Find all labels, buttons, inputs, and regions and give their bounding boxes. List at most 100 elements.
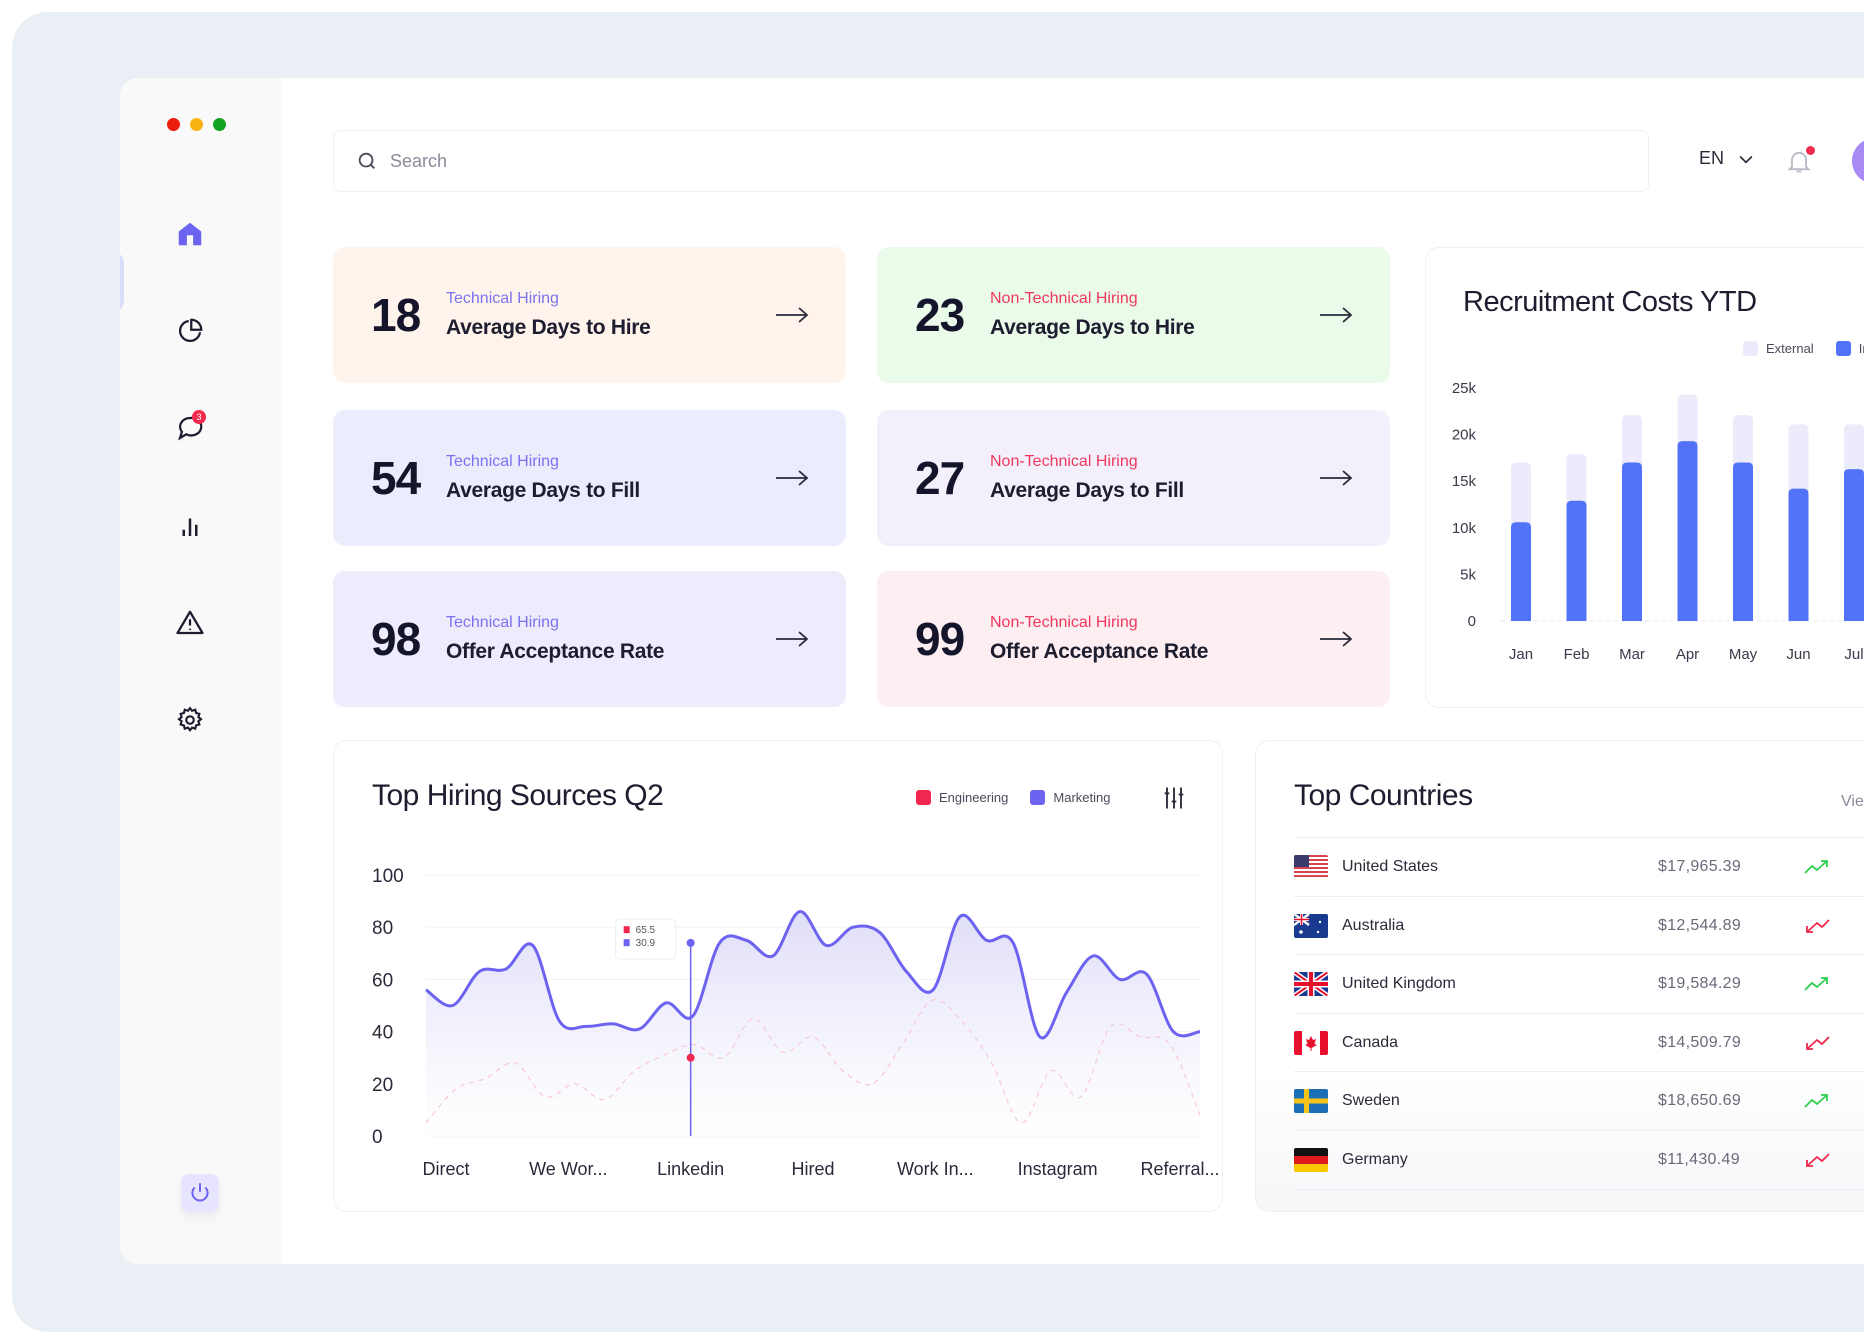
- tooltip-engineering-value: 65.5: [636, 925, 656, 936]
- legend-label-engineering: Engineering: [939, 790, 1009, 805]
- close-window-button[interactable]: [167, 118, 180, 131]
- top-countries-card: Top Countries Vie United States $17,965.3…: [1255, 740, 1864, 1212]
- sidebar-item-analytics[interactable]: [170, 311, 210, 351]
- tooltip-marketing-value: 30.9: [636, 938, 656, 949]
- y-tick-label: 100: [372, 866, 404, 887]
- minimize-window-button[interactable]: [190, 118, 203, 131]
- y-tick-label: 10k: [1452, 520, 1477, 537]
- y-tick-label: 15k: [1452, 473, 1477, 490]
- sidebar-item-home[interactable]: [170, 214, 210, 254]
- bar-internal[interactable]: [1844, 469, 1864, 621]
- recruitment-costs-chart: 0 5k 10k 15k 20k 25k Jan Feb Mar Apr May Jun Jul: [1452, 380, 1864, 663]
- home-icon: [178, 222, 202, 246]
- kpi-card[interactable]: 98 Technical Hiring Offer Acceptance Rate: [333, 571, 846, 707]
- country-row[interactable]: United Kingdom $19,584.29: [1294, 954, 1864, 1013]
- logout-button[interactable]: [181, 1174, 219, 1212]
- flag-uk-icon: [1294, 972, 1328, 996]
- kpi-texts: Technical Hiring Offer Acceptance Rate: [446, 614, 664, 664]
- kpi-card[interactable]: 27 Non-Technical Hiring Average Days to Fi…: [877, 410, 1390, 546]
- x-tick-label: Jan: [1509, 646, 1533, 663]
- messages-badge: 3: [192, 410, 206, 424]
- kpi-category: Technical Hiring: [446, 614, 559, 631]
- x-tick-label: Jun: [1786, 646, 1810, 663]
- app-window: 3 EN 18 Technical Hiring Average Days to H…: [120, 78, 1864, 1264]
- kpi-texts: Non-Technical Hiring Offer Acceptance Rat…: [990, 614, 1208, 664]
- kpi-value: 99: [915, 613, 965, 665]
- bar-internal[interactable]: [1788, 488, 1809, 621]
- notification-dot: [1806, 146, 1815, 155]
- view-all-link[interactable]: Vie: [1841, 793, 1864, 811]
- warning-icon: [176, 610, 204, 635]
- y-tick-label: 20k: [1452, 427, 1477, 444]
- sidebar-item-reports[interactable]: [170, 506, 210, 546]
- country-row[interactable]: Germany $11,430.49: [1294, 1129, 1864, 1190]
- country-amount: $18,650.69: [1658, 1092, 1742, 1109]
- y-tick-label: 5k: [1460, 566, 1476, 583]
- kpi-card[interactable]: 99 Non-Technical Hiring Offer Acceptance R…: [877, 571, 1390, 707]
- arrow-right-icon: [776, 307, 809, 323]
- hiring-sources-title: Top Hiring Sources Q2: [372, 779, 664, 812]
- country-row[interactable]: Australia $12,544.89: [1294, 895, 1864, 955]
- kpi-card[interactable]: 23 Non-Technical Hiring Average Days to Hi…: [877, 247, 1390, 383]
- legend-swatch-internal: [1835, 341, 1851, 356]
- maximize-window-button[interactable]: [213, 118, 226, 131]
- bar-internal[interactable]: [1733, 462, 1753, 621]
- y-tick-label: 20: [372, 1075, 393, 1096]
- x-tick-label: Feb: [1564, 646, 1590, 663]
- search-input[interactable]: [388, 149, 1592, 173]
- country-row[interactable]: Canada $14,509.79: [1294, 1012, 1864, 1072]
- tooltip-swatch: [623, 926, 630, 934]
- kpi-category: Technical Hiring: [446, 290, 559, 307]
- engineering-point[interactable]: [686, 1053, 695, 1062]
- trend-up-icon: [1802, 974, 1832, 994]
- country-row[interactable]: United States $17,965.39: [1294, 837, 1864, 896]
- bar-internal[interactable]: [1677, 441, 1698, 621]
- bar-internal[interactable]: [1511, 522, 1531, 621]
- flag-de-icon: [1294, 1147, 1328, 1172]
- sidebar-item-messages[interactable]: 3: [170, 408, 210, 448]
- sidebar-item-alerts[interactable]: [170, 603, 210, 643]
- kpi-value: 27: [915, 452, 965, 504]
- country-amount: $11,430.49: [1658, 1150, 1740, 1168]
- country-amount: $14,509.79: [1658, 1033, 1742, 1051]
- kpi-category: Non-Technical Hiring: [990, 290, 1138, 307]
- notifications-button[interactable]: [1785, 146, 1815, 178]
- marketing-point[interactable]: [686, 938, 695, 947]
- kpi-value: 98: [371, 613, 421, 665]
- arrow-right-icon: [1320, 631, 1353, 647]
- country-name: Germany: [1342, 1150, 1408, 1168]
- x-tick-label: Work In...: [897, 1159, 974, 1179]
- marketing-area-fill: [426, 911, 1200, 1136]
- trend-down-icon: [1802, 1033, 1832, 1053]
- sidebar-item-settings[interactable]: [170, 700, 210, 740]
- filter-sliders-icon[interactable]: [1160, 784, 1188, 812]
- user-avatar[interactable]: [1852, 138, 1864, 184]
- kpi-card[interactable]: 18 Technical Hiring Average Days to Hire: [333, 247, 846, 383]
- bar-internal[interactable]: [1622, 462, 1642, 621]
- x-tick-label: Instagram: [1018, 1159, 1098, 1179]
- country-row[interactable]: Sweden $18,650.69: [1294, 1071, 1864, 1130]
- flag-se-icon: [1294, 1089, 1328, 1113]
- language-selector[interactable]: EN: [1699, 148, 1756, 169]
- kpi-category: Non-Technical Hiring: [990, 453, 1138, 470]
- country-name: United States: [1342, 858, 1439, 875]
- x-tick-label: Mar: [1619, 646, 1645, 663]
- chevron-down-icon: [1739, 155, 1753, 164]
- kpi-card[interactable]: 54 Technical Hiring Average Days to Fill: [333, 410, 846, 546]
- pie-chart-icon: [179, 318, 203, 342]
- flag-au-icon: [1294, 913, 1328, 938]
- arrow-right-icon: [776, 631, 809, 647]
- kpi-value: 23: [915, 289, 965, 341]
- chart-tooltip: 65.5 30.9: [615, 918, 677, 960]
- x-tick-label: Linkedin: [657, 1159, 724, 1179]
- bar-internal[interactable]: [1566, 500, 1587, 621]
- search-bar[interactable]: [333, 130, 1649, 192]
- tooltip-swatch: [623, 939, 630, 947]
- kpi-title: Average Days to Hire: [990, 316, 1195, 339]
- sidebar: 3: [120, 78, 282, 1264]
- arrow-right-icon: [1320, 307, 1353, 323]
- x-tick-label: Jul: [1844, 646, 1863, 663]
- kpi-value: 18: [371, 289, 421, 341]
- y-tick-label: 0: [1468, 613, 1476, 630]
- hiring-sources-legend: Engineering Marketing: [916, 790, 1110, 805]
